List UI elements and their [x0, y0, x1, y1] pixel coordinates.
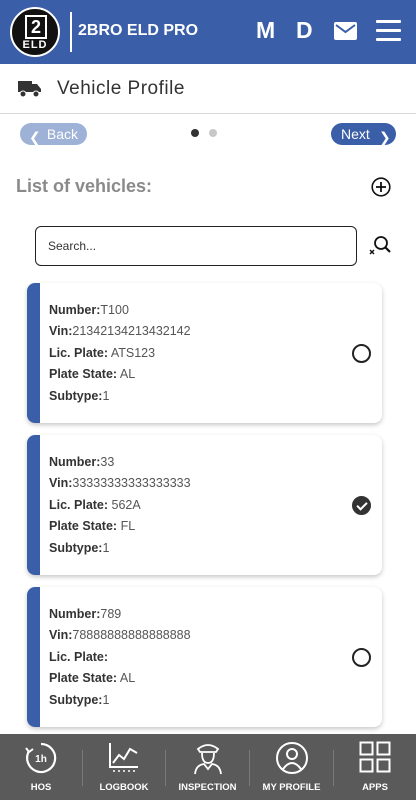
next-button-label: Next: [341, 126, 370, 142]
vehicle-card[interactable]: Number:33 Vin:33333333333333333 Lic. Pla…: [27, 435, 382, 575]
nav-hos[interactable]: 1h HOS: [0, 734, 82, 800]
nav-logbook-label: LOGBOOK: [99, 782, 149, 793]
vehicle-number: Number:T100: [49, 303, 129, 317]
vehicle-subtype: Subtype:1: [49, 693, 110, 707]
nav-my-profile[interactable]: MY PROFILE: [250, 734, 333, 800]
back-button-label: Back: [46, 126, 78, 142]
card-accent: [27, 435, 40, 575]
nav-inspection-label: INSPECTION: [178, 782, 237, 793]
vehicle-plate: Lic. Plate: ATS123: [49, 346, 156, 360]
pager-dot-active: [191, 129, 199, 137]
back-button[interactable]: ❮ Back: [20, 123, 87, 145]
logo-eld: ELD: [22, 39, 48, 51]
chart-line-icon: [109, 743, 138, 772]
nav-logbook[interactable]: LOGBOOK: [83, 734, 165, 800]
nav-apps-label: APPS: [362, 782, 388, 793]
svg-text:1h: 1h: [35, 754, 47, 765]
apps-grid-icon: [359, 741, 391, 773]
nav-apps[interactable]: APPS: [334, 734, 416, 800]
header-button-m[interactable]: M: [256, 17, 275, 44]
clock-hour-icon: 1h: [25, 742, 57, 774]
app-header: 2 ELD 2BRO ELD PRO M D: [0, 0, 416, 64]
user-circle-icon: [275, 742, 308, 774]
vehicle-plate-state: Plate State: AL: [49, 671, 136, 685]
search-input[interactable]: [35, 226, 357, 266]
vehicle-vin: Vin:33333333333333333: [49, 476, 191, 490]
vehicle-number: Number:33: [49, 455, 115, 469]
vehicle-vin: Vin:78888888888888888: [49, 628, 191, 642]
vehicle-vin: Vin:21342134213432142: [49, 324, 191, 338]
mail-icon[interactable]: [334, 22, 357, 40]
chevron-left-icon: ❮: [29, 129, 41, 145]
header-divider: [70, 12, 72, 52]
search-clear-icon[interactable]: [368, 234, 392, 258]
logo-number: 2: [25, 15, 47, 39]
header-button-d[interactable]: D: [296, 17, 313, 44]
nav-hos-label: HOS: [30, 782, 52, 793]
nav-inspection[interactable]: INSPECTION: [166, 734, 249, 800]
vehicle-plate: Lic. Plate: 562A: [49, 498, 141, 512]
truck-icon: [18, 81, 41, 98]
vehicle-plate: Lic. Plate:: [49, 650, 109, 664]
vehicle-select-radio[interactable]: [352, 344, 371, 363]
vehicle-select-radio[interactable]: [352, 648, 371, 667]
next-button[interactable]: Next ❯: [331, 123, 396, 145]
vehicle-plate-state: Plate State: FL: [49, 519, 136, 533]
page-title: Vehicle Profile: [57, 78, 185, 99]
page-header: Vehicle Profile: [0, 64, 416, 114]
app-title: 2BRO ELD PRO: [78, 22, 199, 39]
card-accent: [27, 283, 40, 423]
chevron-right-icon: ❯: [379, 129, 391, 145]
app-logo: 2 ELD: [10, 7, 60, 57]
nav-my-profile-label: MY PROFILE: [262, 782, 321, 793]
card-accent: [27, 587, 40, 727]
vehicle-plate-state: Plate State: AL: [49, 367, 136, 381]
vehicle-subtype: Subtype:1: [49, 541, 110, 555]
vehicle-subtype: Subtype:1: [49, 389, 110, 403]
pager-dot: [209, 129, 217, 137]
add-circle-icon[interactable]: [371, 177, 391, 197]
bottom-nav: 1h HOS LOGBOOK INSPECTION MY PROFILE APP…: [0, 734, 416, 800]
vehicle-number: Number:789: [49, 607, 122, 621]
list-title: List of vehicles:: [16, 176, 153, 196]
vehicle-card[interactable]: Number:T100 Vin:21342134213432142 Lic. P…: [27, 283, 382, 423]
hamburger-menu-icon[interactable]: [376, 20, 401, 42]
vehicle-card[interactable]: Number:789 Vin:78888888888888888 Lic. Pl…: [27, 587, 382, 727]
vehicle-select-radio-checked[interactable]: [352, 496, 371, 515]
inspector-icon: [193, 744, 222, 775]
